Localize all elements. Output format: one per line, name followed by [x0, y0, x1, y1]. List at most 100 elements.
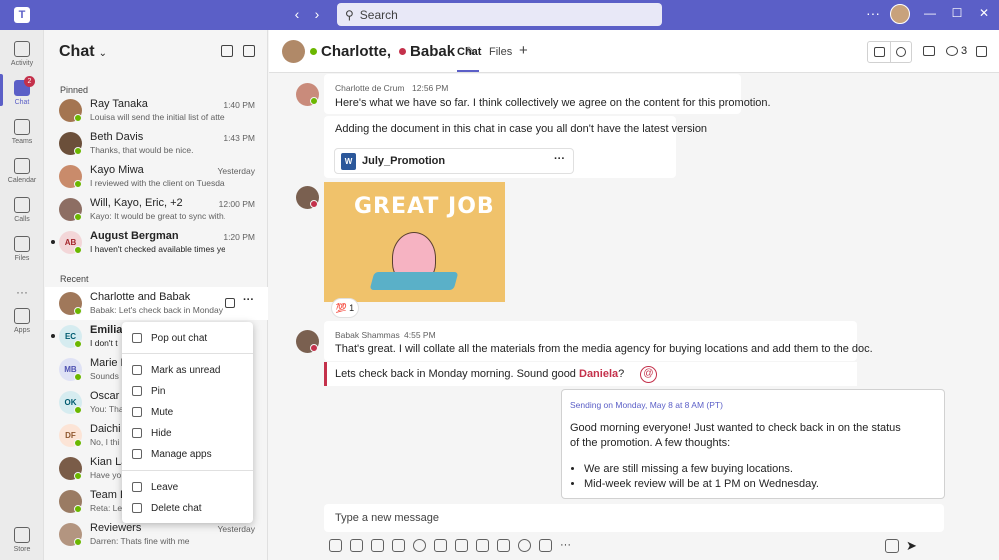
- rail-item-store[interactable]: Store: [0, 527, 44, 553]
- menu-label: Pin: [151, 385, 166, 397]
- send-icon[interactable]: ➤: [906, 539, 920, 553]
- participants-count[interactable]: 3: [961, 45, 967, 57]
- tab-chat[interactable]: Chat: [457, 46, 481, 58]
- more-options-icon[interactable]: ···: [866, 5, 880, 21]
- message-compose-box[interactable]: Type a new message: [324, 504, 944, 532]
- rail-item-activity[interactable]: Activity: [0, 41, 44, 67]
- pop-out-icon[interactable]: [225, 298, 235, 308]
- menu-item-pin[interactable]: Pin: [122, 381, 253, 401]
- add-tab-icon[interactable]: +: [519, 42, 528, 59]
- menu-item-pop-out[interactable]: Pop out chat: [122, 328, 253, 348]
- rail-item-calls[interactable]: Calls: [0, 197, 44, 223]
- more-tools-icon[interactable]: ···: [560, 539, 571, 552]
- chat-name: Beth Davis: [90, 131, 144, 143]
- menu-item-delete[interactable]: Delete chat: [122, 498, 253, 518]
- format-icon[interactable]: [329, 539, 342, 552]
- back-arrow-icon[interactable]: ‹: [289, 6, 305, 22]
- gif-image[interactable]: GREAT JOB: [324, 182, 505, 302]
- menu-label: Hide: [151, 427, 172, 439]
- file-attachment[interactable]: W July_Promotion ···: [334, 148, 574, 174]
- profile-avatar[interactable]: [890, 4, 910, 24]
- rail-label: Teams: [11, 138, 33, 145]
- chat-list-item[interactable]: AB August Bergman I haven't checked availa…: [45, 226, 268, 259]
- teams-logo-icon: T: [14, 7, 30, 23]
- rail-item-chat[interactable]: 2 Chat: [0, 76, 44, 106]
- reaction-badge[interactable]: 💯 1: [331, 298, 359, 318]
- message-bubble[interactable]: Charlotte de Crum 12:56 PM Here's what w…: [324, 74, 771, 114]
- search-input[interactable]: ⚲ Search: [337, 3, 662, 26]
- chat-title[interactable]: Charlotte, Babak ✎: [310, 43, 476, 60]
- chat-time: 1:20 PM: [223, 232, 255, 242]
- chat-list-item[interactable]: Ray Tanaka Louisa will send the initial l…: [45, 94, 268, 127]
- praise-icon[interactable]: [497, 539, 510, 552]
- unread-dot: [51, 334, 55, 338]
- mention[interactable]: Daniela: [579, 368, 618, 380]
- pop-out-chat-icon[interactable]: [976, 46, 987, 57]
- available-status-icon: [74, 373, 82, 381]
- menu-item-hide[interactable]: Hide: [122, 423, 253, 443]
- divider: [890, 42, 891, 62]
- attach-icon[interactable]: [371, 539, 384, 552]
- dictate-icon[interactable]: [885, 539, 899, 553]
- filter-icon[interactable]: [221, 45, 233, 57]
- menu-item-manage-apps[interactable]: Manage apps: [122, 444, 253, 464]
- menu-label: Mute: [151, 406, 174, 418]
- message-bubble[interactable]: Babak Shammas 4:55 PM That's great. I wi…: [324, 321, 873, 361]
- word-file-icon: W: [341, 152, 356, 170]
- rail-item-more[interactable]: ···: [0, 285, 44, 299]
- chat-list-item[interactable]: Beth Davis Thanks, that would be nice. 1:4…: [45, 127, 268, 160]
- chat-list-item[interactable]: Will, Kayo, Eric, +2 Kayo: It would be gr…: [45, 193, 268, 226]
- message-bubble[interactable]: Adding the document in this chat in case…: [324, 116, 707, 178]
- approvals-icon[interactable]: [539, 539, 552, 552]
- gif-caption: GREAT JOB: [354, 194, 495, 219]
- minimize-button[interactable]: —: [922, 6, 938, 20]
- file-more-icon[interactable]: ···: [554, 153, 565, 165]
- participant-name: Babak: [410, 43, 456, 60]
- file-name: July_Promotion: [362, 155, 446, 167]
- meet-icon[interactable]: [476, 539, 489, 552]
- unread-icon: [132, 365, 142, 375]
- apps-icon: [14, 308, 30, 324]
- menu-item-mark-unread[interactable]: Mark as unread: [122, 360, 253, 380]
- forward-arrow-icon[interactable]: ›: [309, 6, 325, 22]
- menu-divider: [122, 353, 253, 354]
- menu-label: Mark as unread: [151, 364, 221, 376]
- new-chat-icon[interactable]: [243, 45, 255, 57]
- chat-preview: Darren: Thats fine with me: [90, 536, 190, 546]
- important-icon[interactable]: [350, 539, 363, 552]
- rail-item-calendar[interactable]: Calendar: [0, 158, 44, 184]
- sticker-icon[interactable]: [455, 539, 468, 552]
- video-call-icon[interactable]: [874, 47, 885, 57]
- rail-item-files[interactable]: Files: [0, 236, 44, 262]
- chat-name: Kayo Miwa: [90, 164, 144, 176]
- important-message[interactable]: Lets check back in Monday morning. Sound…: [324, 362, 857, 386]
- available-status-icon: [74, 180, 82, 188]
- maximize-button[interactable]: ☐: [949, 6, 965, 20]
- tab-files[interactable]: Files: [489, 46, 512, 58]
- gif-icon[interactable]: [434, 539, 447, 552]
- scheduled-message[interactable]: Sending on Monday, May 8 at 8 AM (PT) Go…: [561, 389, 945, 499]
- share-screen-icon[interactable]: [923, 46, 935, 56]
- chat-list-item[interactable]: Charlotte and Babak Babak: Let's check ba…: [45, 287, 268, 320]
- reaction-icon: 💯: [335, 302, 348, 313]
- available-status-icon: [74, 406, 82, 414]
- audio-call-icon[interactable]: [896, 47, 906, 57]
- app-rail: Activity 2 Chat Teams Calendar Calls Fil…: [0, 30, 44, 560]
- rail-item-teams[interactable]: Teams: [0, 119, 44, 145]
- participants-icon[interactable]: [946, 46, 958, 56]
- chat-list-item[interactable]: Kayo Miwa I reviewed with the client on T…: [45, 160, 268, 193]
- chat-list-title[interactable]: Chat ⌄: [59, 43, 107, 61]
- available-status-icon: [74, 505, 82, 513]
- schedule-icon[interactable]: [518, 539, 531, 552]
- emoji-icon[interactable]: [413, 539, 426, 552]
- loop-icon[interactable]: [392, 539, 405, 552]
- close-button[interactable]: ✕: [976, 6, 992, 20]
- chat-time: Yesterday: [217, 524, 256, 534]
- compose-toolbar: ···: [329, 539, 571, 552]
- menu-item-leave[interactable]: Leave: [122, 477, 253, 497]
- message-author: Charlotte de Crum: [335, 83, 405, 93]
- rail-label: Activity: [10, 60, 34, 67]
- more-options-icon[interactable]: ···: [243, 294, 254, 306]
- menu-item-mute[interactable]: Mute: [122, 402, 253, 422]
- rail-item-apps[interactable]: Apps: [0, 308, 44, 334]
